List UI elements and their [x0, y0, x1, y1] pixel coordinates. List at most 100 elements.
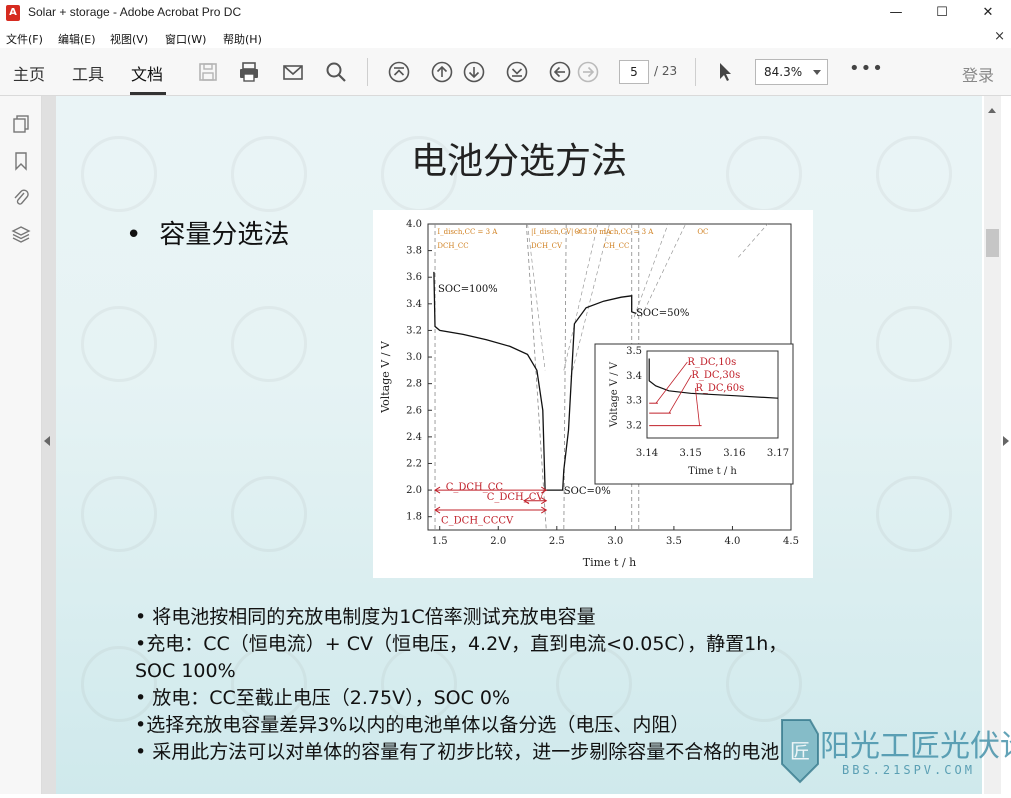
watermark-logo — [65, 460, 173, 568]
y-axis-label: Voltage V / V — [379, 340, 392, 414]
inset-x-axis-label: Time t / h — [688, 466, 737, 477]
menu-help[interactable]: 帮助(H) — [223, 31, 262, 47]
tab-home[interactable]: 主页 — [13, 61, 45, 85]
email-icon[interactable] — [281, 60, 305, 84]
page-thumbnails-icon[interactable] — [11, 114, 31, 134]
last-page-icon[interactable] — [505, 60, 529, 84]
minimize-button[interactable]: — — [873, 0, 919, 26]
expand-right-pane-icon[interactable] — [1003, 436, 1009, 446]
x-tick-label: 4.5 — [783, 536, 799, 547]
rdc-label: R_DC,60s — [695, 383, 744, 394]
close-document-button[interactable]: × — [994, 29, 1005, 44]
more-tools-button[interactable]: ••• — [849, 58, 884, 79]
page-number-input[interactable]: 5 — [619, 60, 649, 84]
acrobat-icon: A — [6, 5, 20, 21]
watermark-logo — [860, 290, 968, 398]
inset-y-tick-label: 3.2 — [626, 421, 642, 432]
layers-icon[interactable] — [11, 224, 31, 244]
prev-page-icon[interactable] — [430, 60, 454, 84]
collapse-left-pane-icon[interactable] — [44, 436, 50, 446]
watermark-logo — [860, 460, 968, 568]
bullet-item: • 将电池按相同的充放电制度为1C倍率测试充放电容量 — [135, 606, 596, 628]
forum-watermark-logo: 匠 阳光工匠光伏论坛 BBS.21SPV.COM — [770, 716, 1011, 794]
watermark-logo — [65, 290, 173, 398]
menu-window[interactable]: 窗口(W) — [165, 31, 206, 47]
scroll-thumb[interactable] — [986, 229, 999, 257]
y-tick-label: 2.2 — [406, 458, 422, 469]
section-heading-text: 容量分选法 — [159, 220, 290, 250]
inset-x-tick-label: 3.14 — [636, 448, 658, 459]
x-tick-label: 2.5 — [549, 536, 565, 547]
login-link[interactable]: 登录 — [962, 62, 994, 86]
select-cursor-icon[interactable] — [713, 60, 737, 84]
forward-icon[interactable] — [576, 60, 600, 84]
x-tick-label: 2.0 — [490, 536, 506, 547]
tab-tools[interactable]: 工具 — [72, 61, 104, 85]
save-icon[interactable] — [196, 60, 220, 84]
y-tick-label: 4.0 — [406, 219, 422, 230]
bookmark-icon[interactable] — [11, 151, 31, 171]
vertical-scrollbar[interactable] — [984, 96, 1001, 794]
y-tick-label: 2.4 — [406, 432, 422, 443]
voltage-chart: I_disch,CC = 3 A DCH_CC |I_disch,CV| < 150… — [373, 210, 813, 578]
y-tick-label: 2.0 — [406, 485, 422, 496]
bullet-item: •充电：CC（恒电流）+ CV（恒电压，4.2V，直到电流<0.05C），静置1… — [135, 633, 788, 655]
annotation-soc-0: SOC=0% — [564, 486, 611, 497]
phase-label: I_ch,CC = 3 A — [604, 228, 655, 236]
menu-edit[interactable]: 编辑(E) — [58, 31, 96, 47]
slide-title: 电池分选方法 — [410, 141, 627, 182]
y-tick-label: 2.6 — [406, 405, 422, 416]
y-tick-label: 3.0 — [406, 352, 422, 363]
bullet-dot: • — [126, 220, 142, 250]
x-tick-label: 4.0 — [724, 536, 740, 547]
scroll-up-icon[interactable] — [988, 108, 996, 113]
toolbar: 主页 工具 文档 5 / 23 84.3% ••• 登录 — [0, 48, 1011, 96]
menu-view[interactable]: 视图(V) — [110, 31, 148, 47]
menu-file[interactable]: 文件(F) — [6, 31, 43, 47]
capacity-label: C_DCH_CCCV — [441, 515, 514, 526]
page-total: / 23 — [654, 64, 678, 78]
y-tick-label: 3.2 — [406, 325, 422, 336]
search-icon[interactable] — [324, 60, 348, 84]
y-tick-label: 3.6 — [406, 272, 422, 283]
inset-x-tick-label: 3.15 — [680, 448, 702, 459]
maximize-button[interactable]: ☐ — [919, 0, 965, 26]
phase-label: |I_disch,CV| < 150 mA — [531, 228, 612, 236]
y-tick-label: 1.8 — [406, 512, 422, 523]
x-tick-label: 3.5 — [666, 536, 682, 547]
section-heading: • 容量分选法 — [126, 214, 289, 251]
menu-bar: 文件(F) 编辑(E) 视图(V) 窗口(W) 帮助(H) × — [0, 28, 1011, 48]
phase-label-sub: DCH_CV — [531, 242, 563, 250]
next-page-icon[interactable] — [462, 60, 486, 84]
annotation-soc-100: SOC=100% — [438, 284, 498, 295]
rdc-label: R_DC,30s — [691, 370, 740, 381]
tab-document[interactable]: 文档 — [131, 61, 163, 85]
first-page-icon[interactable] — [387, 60, 411, 84]
phase-label-sub: DCH_CC — [437, 242, 468, 250]
inset-y-axis-label: Voltage V / V — [609, 361, 620, 428]
annotation-soc-50: SOC=50% — [636, 308, 689, 319]
watermark-logo — [215, 290, 323, 398]
inset-y-tick-label: 3.5 — [626, 346, 642, 357]
window-title: Solar + storage - Adobe Acrobat Pro DC — [28, 5, 242, 19]
voltage-chart-svg: I_disch,CC = 3 A DCH_CC |I_disch,CV| < 150… — [379, 219, 799, 569]
bullet-item: • 放电：CC至截止电压（2.75V），SOC 0% — [135, 687, 511, 709]
navigation-pane — [0, 96, 42, 794]
back-icon[interactable] — [548, 60, 572, 84]
active-tab-indicator — [130, 92, 166, 95]
y-tick-label: 2.8 — [406, 379, 422, 390]
x-axis-label: Time t / h — [583, 556, 637, 569]
zoom-select[interactable]: 84.3% — [755, 59, 828, 85]
close-button[interactable]: ✕ — [965, 0, 1011, 26]
svg-text:阳光工匠光伏论坛: 阳光工匠光伏论坛 — [820, 729, 1011, 764]
y-tick-label: 3.4 — [406, 299, 422, 310]
zoom-value: 84.3% — [764, 65, 803, 79]
x-tick-label: 1.5 — [432, 536, 448, 547]
svg-text:BBS.21SPV.COM: BBS.21SPV.COM — [842, 763, 975, 777]
phase-label: OC — [697, 228, 708, 236]
phase-label: OC — [574, 228, 585, 236]
inset-y-tick-label: 3.3 — [626, 396, 642, 407]
pdf-page: 电池分选方法 • 容量分选法 I_disch,CC = 3 A DCH_CC |I_d… — [56, 96, 982, 794]
print-icon[interactable] — [237, 60, 261, 84]
attachment-icon[interactable] — [11, 187, 31, 207]
